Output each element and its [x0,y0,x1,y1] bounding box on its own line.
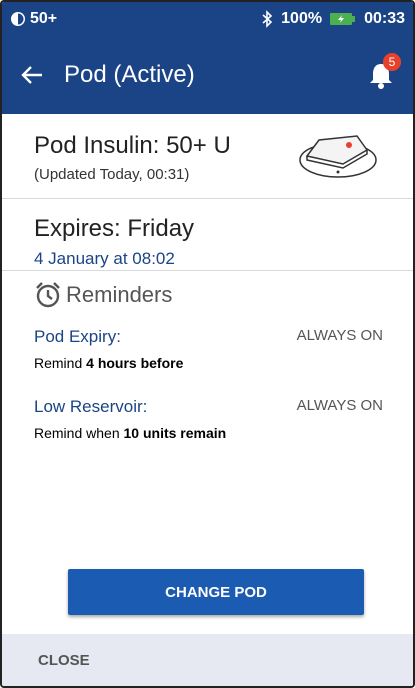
battery-icon [330,13,356,25]
close-button[interactable]: CLOSE [38,652,90,669]
pod-insulin-section: Pod Insulin: 50+ U (Updated Today, 00:31… [2,114,413,199]
reminder-state: ALWAYS ON [296,327,383,344]
pod-device-image [299,135,377,178]
notifications-button[interactable]: 5 [365,53,401,91]
reminder-desc-bold: 4 hours before [86,355,184,371]
back-arrow-icon [21,66,42,84]
battery-percent: 100% [281,10,323,27]
status-bar: 50+ 100% 00:33 [2,2,413,36]
pod-status-icon [11,12,25,26]
reminder-state: ALWAYS ON [296,397,383,414]
bluetooth-icon [262,10,273,28]
reminder-description: Remind 4 hours before [34,355,413,371]
footer-bar: CLOSE [2,634,413,686]
reminder-description: Remind when 10 units remain [34,425,413,441]
reminders-heading: Reminders [34,281,413,309]
reminder-desc-bold: 10 units remain [123,425,227,441]
app-bar: Pod (Active) 5 [2,36,413,114]
reminders-heading-text: Reminders [66,282,173,307]
expires-date: 4 January at 08:02 [34,249,175,268]
page-title: Pod (Active) [64,61,195,88]
reminder-desc-prefix: Remind when [34,425,124,441]
change-pod-button[interactable]: CHANGE POD [68,569,364,615]
back-button[interactable] [18,61,46,89]
reminder-low-reservoir: Low Reservoir: ALWAYS ON Remind when 10 … [34,397,413,441]
phone-screen: 50+ 100% 00:33 Pod (Active) 5 Pod Insuli… [0,0,415,688]
status-insulin-text: 50+ [30,10,58,27]
clock: 00:33 [364,10,405,27]
expires-label: Expires: Friday [34,215,195,242]
status-right: 100% 00:33 [261,10,405,28]
notification-badge: 5 [383,53,401,71]
reminders-section: Reminders Pod Expiry: ALWAYS ON Remind 4… [2,271,413,441]
status-left: 50+ [10,10,57,28]
alarm-clock-icon [36,282,60,308]
reminder-pod-expiry: Pod Expiry: ALWAYS ON Remind 4 hours bef… [34,327,413,371]
reminder-desc-prefix: Remind [34,355,87,371]
expires-section: Expires: Friday 4 January at 08:02 [2,199,413,271]
